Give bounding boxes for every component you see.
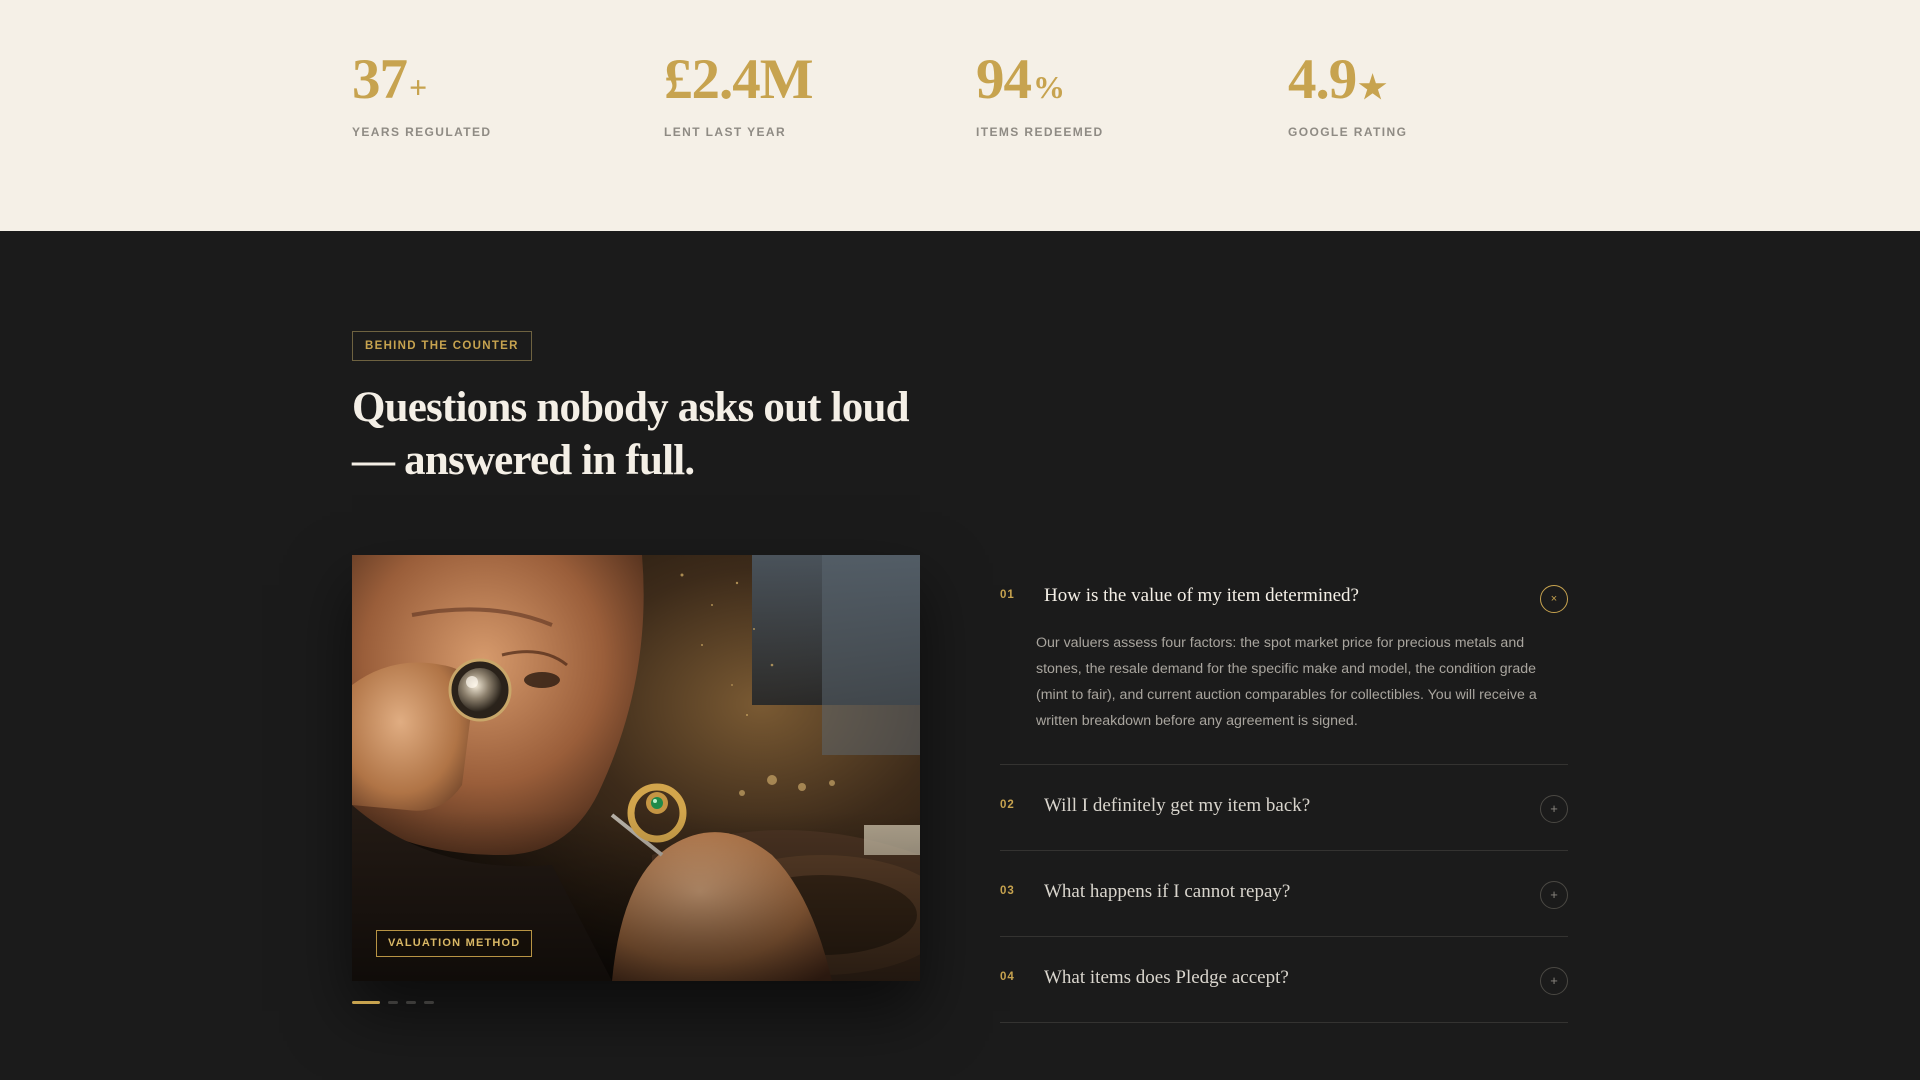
stat-years-regulated: 37+ YEARS REGULATED [352, 46, 491, 139]
carousel-dot-3[interactable] [406, 1001, 416, 1004]
faq-question-row[interactable]: 02 Will I definitely get my item back? + [1000, 765, 1568, 850]
carousel-dot-2[interactable] [388, 1001, 398, 1004]
carousel-dot-1[interactable] [352, 1001, 380, 1004]
faq-number: 02 [1000, 799, 1015, 811]
stat-value: £2.4M [664, 48, 814, 111]
faq-item-1: 01 How is the value of my item determine… [1000, 555, 1568, 765]
faq-accordion: 01 How is the value of my item determine… [1000, 555, 1568, 1023]
star-icon: ★ [1358, 69, 1387, 105]
faq-question-row[interactable]: 03 What happens if I cannot repay? + [1000, 851, 1568, 936]
faq-item-4: 04 What items does Pledge accept? + [1000, 937, 1568, 1023]
headline-line-2: — answered in full. [352, 437, 695, 484]
faq-item-3: 03 What happens if I cannot repay? + [1000, 851, 1568, 937]
stat-suffix: % [1033, 69, 1065, 105]
stat-value: 94% [976, 48, 1065, 111]
stat-value: 37+ [352, 48, 427, 111]
faq-question: How is the value of my item determined? [1044, 585, 1359, 606]
section-eyebrow: BEHIND THE COUNTER [352, 331, 532, 361]
faq-item-2: 02 Will I definitely get my item back? + [1000, 765, 1568, 851]
stat-label: YEARS REGULATED [352, 125, 492, 139]
faq-number: 03 [1000, 885, 1015, 897]
photo-caption-tag: VALUATION METHOD [376, 930, 533, 957]
stat-label: ITEMS REDEEMED [976, 125, 1104, 139]
valuation-photo[interactable]: VALUATION METHOD [352, 555, 920, 981]
plus-icon[interactable]: + [1540, 967, 1568, 995]
faq-question: What happens if I cannot repay? [1044, 881, 1291, 902]
stat-google-rating: 4.9★ GOOGLE RATING [1288, 46, 1407, 139]
stats-band: 37+ YEARS REGULATED £2.4M LENT LAST YEAR… [0, 0, 1920, 231]
section-headline: Questions nobody asks out loud — answere… [352, 381, 972, 487]
stat-label: GOOGLE RATING [1288, 125, 1408, 139]
faq-question: Will I definitely get my item back? [1044, 795, 1311, 816]
faq-section: BEHIND THE COUNTER Questions nobody asks… [0, 231, 1920, 1080]
faq-question-row[interactable]: 04 What items does Pledge accept? + [1000, 937, 1568, 1022]
stat-lent-last-year: £2.4M LENT LAST YEAR [664, 46, 815, 139]
faq-number: 01 [1000, 589, 1015, 601]
faq-question: What items does Pledge accept? [1044, 967, 1289, 988]
plus-icon[interactable]: + [1540, 795, 1568, 823]
jeweller-loupe-image [352, 555, 920, 981]
stat-label: LENT LAST YEAR [664, 125, 787, 139]
faq-number: 04 [1000, 971, 1015, 983]
faq-question-row[interactable]: 01 How is the value of my item determine… [1000, 555, 1568, 630]
close-icon[interactable]: × [1540, 585, 1568, 613]
stat-items-redeemed: 94% ITEMS REDEEMED [976, 46, 1104, 139]
stat-value: 4.9★ [1288, 48, 1387, 111]
plus-icon[interactable]: + [1540, 881, 1568, 909]
faq-answer: Our valuers assess four factors: the spo… [1036, 635, 1537, 729]
carousel-dot-4[interactable] [424, 1001, 434, 1004]
headline-line-1: Questions nobody asks out loud [352, 384, 910, 431]
stat-suffix: + [409, 69, 427, 105]
